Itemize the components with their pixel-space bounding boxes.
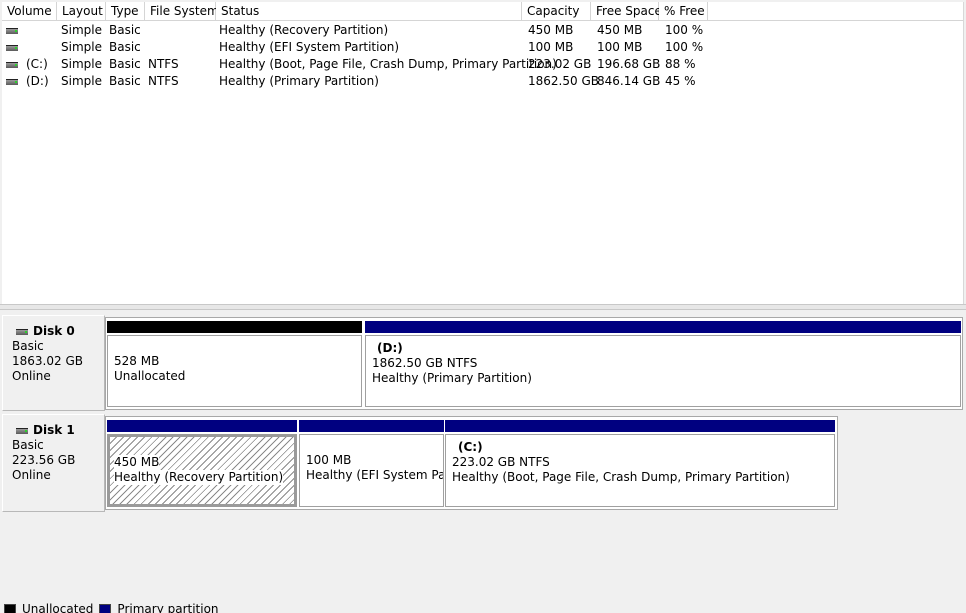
capacity-cell: 1862.50 GB — [528, 74, 599, 88]
percent-free-cell: 45 % — [665, 74, 696, 88]
table-row[interactable]: (D:) Simple Basic NTFS Healthy (Primary … — [2, 73, 708, 90]
volume-list[interactable]: Volume Layout Type File System Status Ca… — [2, 2, 964, 304]
column-header-type[interactable]: Type — [106, 2, 145, 21]
type-cell: Basic — [109, 74, 141, 88]
partition-body: 528 MB Unallocated — [107, 335, 362, 407]
layout-cell: Simple — [61, 23, 102, 37]
partition-body: (C:) 223.02 GB NTFS Healthy (Boot, Page … — [445, 434, 835, 507]
status-cell: Healthy (Boot, Page File, Crash Dump, Pr… — [219, 57, 557, 71]
legend-label: Primary partition — [117, 602, 219, 613]
layout-cell: Simple — [61, 74, 102, 88]
disk-kind: Basic — [12, 438, 44, 452]
partition-body: 450 MB Healthy (Recovery Partition) — [107, 434, 297, 507]
type-cell: Basic — [109, 40, 141, 54]
legend-item-unallocated: Unallocated — [4, 602, 93, 613]
partition-name: (C:) — [458, 440, 483, 454]
column-header-file-system[interactable]: File System — [145, 2, 219, 21]
capacity-cell: 450 MB — [528, 23, 574, 37]
partition-detail: Healthy (Boot, Page File, Crash Dump, Pr… — [452, 470, 790, 484]
partition-size: 1862.50 GB NTFS — [372, 356, 478, 370]
column-header-free-space[interactable]: Free Space — [591, 2, 662, 21]
partition-name: (D:) — [377, 341, 403, 355]
partition-unallocated[interactable]: 528 MB Unallocated — [107, 321, 362, 407]
partition-efi[interactable]: 100 MB Healthy (EFI System Parti — [299, 420, 444, 507]
legend-swatch — [4, 603, 16, 613]
partition-size: 223.02 GB NTFS — [452, 455, 550, 469]
disk-kind: Basic — [12, 339, 44, 353]
percent-free-cell: 100 % — [665, 40, 704, 54]
partition-detail: Healthy (Recovery Partition) — [114, 470, 284, 485]
table-row[interactable]: (C:) Simple Basic NTFS Healthy (Boot, Pa… — [2, 56, 708, 73]
partition-body: (D:) 1862.50 GB NTFS Healthy (Primary Pa… — [365, 335, 961, 407]
legend-swatch — [99, 603, 112, 613]
disk-1-partitions: 450 MB Healthy (Recovery Partition) 100 … — [105, 416, 838, 510]
volume-cell — [2, 39, 57, 56]
disk-0-info[interactable]: Disk 0 Basic 1863.02 GB Online — [2, 315, 105, 411]
partition-detail: Unallocated — [114, 369, 186, 383]
partition-size: 528 MB — [114, 354, 160, 368]
column-header-layout[interactable]: Layout — [57, 2, 106, 21]
partition-d[interactable]: (D:) 1862.50 GB NTFS Healthy (Primary Pa… — [365, 321, 961, 407]
partition-color-bar — [107, 321, 362, 333]
disk-icon — [16, 328, 28, 335]
disk-name: Disk 0 — [33, 324, 75, 338]
volume-cell: (D:) — [2, 73, 57, 90]
disk-size: 223.56 GB — [12, 453, 76, 467]
disk-0-partitions: 528 MB Unallocated (D:) 1862.50 GB NTFS … — [105, 317, 963, 410]
column-header-volume[interactable]: Volume — [2, 2, 57, 21]
volume-icon — [6, 78, 18, 85]
free-space-cell: 450 MB — [597, 23, 643, 37]
type-cell: Basic — [109, 57, 141, 71]
partition-body: 100 MB Healthy (EFI System Parti — [299, 434, 444, 507]
legend-item-primary: Primary partition — [99, 602, 219, 613]
column-header-capacity[interactable]: Capacity — [522, 2, 591, 21]
disk-icon — [16, 427, 28, 434]
file-system-cell: NTFS — [148, 57, 179, 71]
percent-free-cell: 88 % — [665, 57, 696, 71]
free-space-cell: 100 MB — [597, 40, 643, 54]
file-system-cell: NTFS — [148, 74, 179, 88]
table-row[interactable]: Simple Basic Healthy (EFI System Partiti… — [2, 39, 708, 56]
free-space-cell: 196.68 GB — [597, 57, 661, 71]
volume-cell: (C:) — [2, 56, 57, 73]
disk-graph-view: Disk 0 Basic 1863.02 GB Online 528 MB Un… — [0, 310, 966, 600]
volume-cell — [2, 22, 57, 39]
partition-detail: Healthy (EFI System Parti — [306, 468, 444, 482]
partition-size: 450 MB — [114, 455, 160, 470]
disk-state: Online — [12, 468, 51, 482]
header-filler — [708, 2, 963, 21]
disk-name: Disk 1 — [33, 423, 75, 437]
partition-detail: Healthy (Primary Partition) — [372, 371, 532, 385]
capacity-cell: 100 MB — [528, 40, 574, 54]
layout-cell: Simple — [61, 40, 102, 54]
partition-color-bar — [107, 420, 297, 432]
disk-1-info[interactable]: Disk 1 Basic 223.56 GB Online — [2, 414, 105, 512]
column-header-status[interactable]: Status — [216, 2, 522, 21]
table-row[interactable]: Simple Basic Healthy (Recovery Partition… — [2, 22, 708, 39]
column-header-percent-free[interactable]: % Free — [659, 2, 708, 21]
disk-size: 1863.02 GB — [12, 354, 83, 368]
volume-icon — [6, 44, 18, 51]
free-space-cell: 846.14 GB — [597, 74, 661, 88]
status-cell: Healthy (Primary Partition) — [219, 74, 379, 88]
disk-state: Online — [12, 369, 51, 383]
status-cell: Healthy (Recovery Partition) — [219, 23, 389, 37]
partition-color-bar — [299, 420, 444, 432]
percent-free-cell: 100 % — [665, 23, 704, 37]
legend-label: Unallocated — [22, 602, 94, 613]
volume-icon — [6, 61, 18, 68]
legend: Unallocated Primary partition — [4, 602, 225, 613]
partition-size: 100 MB — [306, 453, 352, 467]
type-cell: Basic — [109, 23, 141, 37]
volume-icon — [6, 27, 18, 34]
capacity-cell: 223.02 GB — [528, 57, 592, 71]
status-cell: Healthy (EFI System Partition) — [219, 40, 400, 54]
partition-color-bar — [445, 420, 835, 432]
partition-color-bar — [365, 321, 961, 333]
layout-cell: Simple — [61, 57, 102, 71]
partition-recovery[interactable]: 450 MB Healthy (Recovery Partition) — [107, 420, 297, 507]
partition-c[interactable]: (C:) 223.02 GB NTFS Healthy (Boot, Page … — [445, 420, 835, 507]
